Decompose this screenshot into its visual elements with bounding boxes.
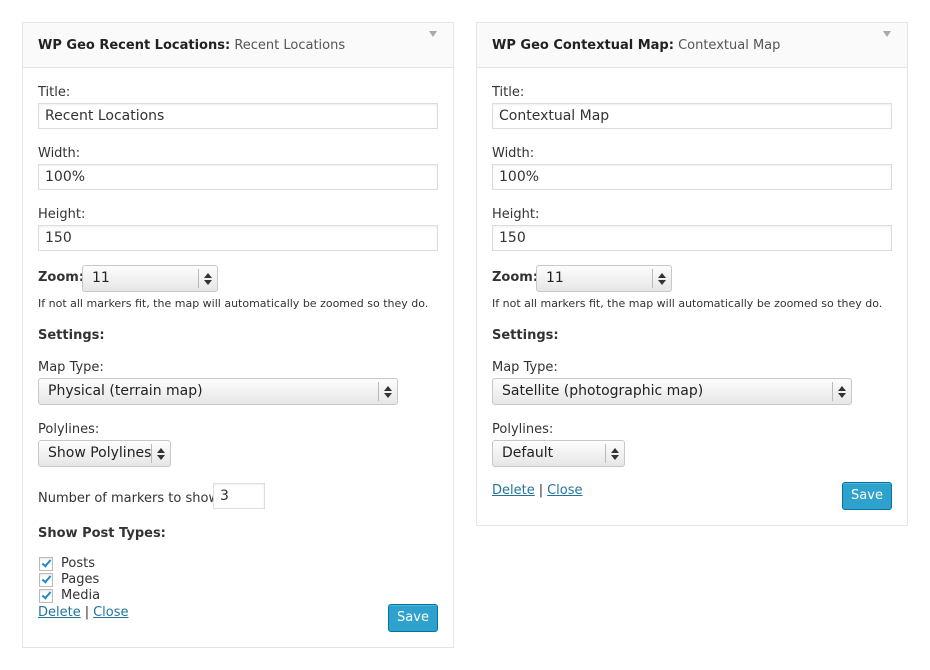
widget-instance-title: Contextual Map <box>678 38 781 53</box>
collapse-arrow-icon[interactable] <box>883 31 891 37</box>
map-type-select-value: Physical (terrain map) <box>48 383 203 399</box>
width-label: Width: <box>38 146 81 161</box>
height-label: Height: <box>492 207 540 222</box>
zoom-select[interactable]: 11 <box>536 265 672 292</box>
markers-count-input[interactable]: 3 <box>213 483 265 509</box>
delete-link[interactable]: Delete <box>492 483 535 498</box>
widget-title: WP Geo Contextual Map: Contextual Map <box>492 38 780 54</box>
select-arrows-icon <box>833 379 851 404</box>
widget-header[interactable]: WP Geo Contextual Map: Contextual Map <box>477 23 907 68</box>
checkmark-icon <box>41 589 52 600</box>
height-label: Height: <box>38 207 86 222</box>
polylines-select[interactable]: Show Polylines <box>38 440 171 467</box>
map-type-select[interactable]: Satellite (photographic map) <box>492 378 852 405</box>
post-types-heading: Show Post Types: <box>38 526 166 541</box>
markers-count-label: Number of markers to show: <box>38 491 223 506</box>
title-label: Title: <box>38 85 71 100</box>
polylines-label: Polylines: <box>492 422 554 437</box>
widget-title: WP Geo Recent Locations: Recent Location… <box>38 38 345 54</box>
select-arrows-icon <box>606 441 624 466</box>
close-link[interactable]: Close <box>547 483 582 498</box>
widget-control-actions: Delete | Close <box>38 605 129 621</box>
media-checkbox[interactable] <box>39 589 53 603</box>
select-arrows-icon <box>199 266 217 291</box>
zoom-label: Zoom: <box>38 270 85 285</box>
select-arrows-icon <box>152 441 170 466</box>
zoom-select[interactable]: 11 <box>82 265 218 292</box>
map-type-label: Map Type: <box>38 360 104 375</box>
save-button[interactable]: Save <box>388 604 438 632</box>
height-input[interactable]: 150 <box>38 225 438 251</box>
settings-heading: Settings: <box>492 328 559 343</box>
zoom-hint: If not all markers fit, the map will aut… <box>492 297 883 310</box>
zoom-label: Zoom: <box>492 270 539 285</box>
map-type-label: Map Type: <box>492 360 558 375</box>
pages-checkbox-label: Pages <box>61 572 100 587</box>
width-input[interactable]: 100% <box>492 164 892 190</box>
action-separator: | <box>538 483 544 498</box>
widget-name: WP Geo Recent Locations: <box>38 38 231 53</box>
title-input[interactable]: Recent Locations <box>38 103 438 129</box>
select-arrows-icon <box>653 266 671 291</box>
recent-locations-widget: WP Geo Recent Locations: Recent Location… <box>22 22 454 648</box>
polylines-select-value: Default <box>502 445 554 461</box>
action-separator: | <box>84 605 90 620</box>
pages-checkbox[interactable] <box>39 573 53 587</box>
contextual-map-widget: WP Geo Contextual Map: Contextual Map Ti… <box>476 22 908 526</box>
delete-link[interactable]: Delete <box>38 605 81 620</box>
zoom-select-value: 11 <box>546 270 564 286</box>
checkmark-icon <box>41 557 52 568</box>
checkmark-icon <box>41 573 52 584</box>
polylines-select[interactable]: Default <box>492 440 625 467</box>
width-label: Width: <box>492 146 535 161</box>
select-arrows-icon <box>379 379 397 404</box>
width-input[interactable]: 100% <box>38 164 438 190</box>
zoom-hint: If not all markers fit, the map will aut… <box>38 297 429 310</box>
collapse-arrow-icon[interactable] <box>429 31 437 37</box>
zoom-select-value: 11 <box>92 270 110 286</box>
widget-name: WP Geo Contextual Map: <box>492 38 674 53</box>
height-input[interactable]: 150 <box>492 225 892 251</box>
posts-checkbox-label: Posts <box>61 556 95 571</box>
map-type-select[interactable]: Physical (terrain map) <box>38 378 398 405</box>
widget-header[interactable]: WP Geo Recent Locations: Recent Location… <box>23 23 453 68</box>
close-link[interactable]: Close <box>93 605 128 620</box>
map-type-select-value: Satellite (photographic map) <box>502 383 704 399</box>
settings-heading: Settings: <box>38 328 105 343</box>
title-input[interactable]: Contextual Map <box>492 103 892 129</box>
polylines-label: Polylines: <box>38 422 100 437</box>
media-checkbox-label: Media <box>61 588 101 603</box>
widget-control-actions: Delete | Close <box>492 483 583 499</box>
save-button[interactable]: Save <box>842 482 892 510</box>
polylines-select-value: Show Polylines <box>48 445 152 461</box>
posts-checkbox[interactable] <box>39 557 53 571</box>
widget-instance-title: Recent Locations <box>234 38 346 53</box>
title-label: Title: <box>492 85 525 100</box>
